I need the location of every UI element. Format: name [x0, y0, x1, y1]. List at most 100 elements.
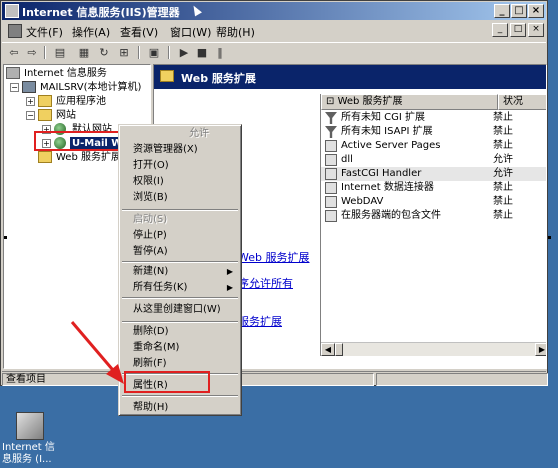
cm-permissions[interactable]: 权限(I)	[133, 175, 237, 189]
back-arrow-icon[interactable]: ⇦	[6, 45, 22, 60]
submenu-arrow-icon: ▶	[226, 267, 233, 276]
toolbar-separator	[138, 46, 140, 59]
extensions-list[interactable]: ⊡ Web 服务扩展 状况 所有未知 CGI 扩展 禁止 所有未知 ISAPI …	[320, 94, 546, 356]
ext-status: 禁止	[493, 140, 513, 151]
menu-bar: 文件(F) 操作(A) 查看(V) 窗口(W) 帮助(H) _ □ ×	[2, 21, 546, 41]
cm-new-window[interactable]: 从这里创建窗口(W)	[133, 303, 237, 317]
iis-app-icon	[5, 4, 19, 18]
scroll-left-icon[interactable]: ◀	[321, 343, 335, 356]
menu-help[interactable]: 帮助(H)	[216, 24, 255, 40]
list-item[interactable]: Active Server Pages 禁止	[321, 139, 546, 153]
toolbar-separator	[168, 46, 170, 59]
iis-desktop-icon[interactable]	[16, 412, 44, 440]
mdi-close-button[interactable]: ×	[528, 23, 544, 37]
mdi-restore-button[interactable]: □	[510, 23, 526, 37]
cm-help[interactable]: 帮助(H)	[133, 401, 237, 415]
list-item[interactable]: WebDAV 禁止	[321, 195, 546, 209]
desktop-icon-label[interactable]: Internet 信息服务 (I...	[2, 442, 62, 466]
ext-status: 允许	[493, 154, 513, 165]
menu-window[interactable]: 窗口(W)	[170, 24, 211, 40]
tree-node-server[interactable]: − MAILSRV(本地计算机)	[6, 81, 150, 94]
collapse-icon[interactable]: −	[26, 111, 35, 120]
folder-icon	[160, 70, 174, 82]
allow-all-link[interactable]: 序允许所有	[238, 275, 293, 291]
cm-separator	[122, 297, 238, 299]
web-ext-link[interactable]: Web 服务扩展	[238, 249, 309, 265]
cm-explore[interactable]: 资源管理器(X)	[133, 143, 237, 157]
properties-icon[interactable]: ▦	[76, 45, 92, 60]
list-item[interactable]: 在服务器端的包含文件 禁止	[321, 209, 546, 223]
forward-arrow-icon[interactable]: ⇨	[24, 45, 40, 60]
cm-all-tasks[interactable]: 所有任务(K) ▶	[133, 281, 237, 295]
list-item[interactable]: Internet 数据连接器 禁止	[321, 181, 546, 195]
ext-name: Active Server Pages	[341, 140, 441, 151]
submenu-arrow-icon: ▶	[226, 283, 233, 292]
cm-header-allow: 允许	[189, 128, 209, 139]
ext-status: 禁止	[493, 112, 513, 123]
mdi-minimize-button[interactable]: _	[492, 23, 508, 37]
col-header-label: Web 服务扩展	[337, 96, 403, 107]
cm-refresh[interactable]: 刷新(F)	[133, 357, 237, 371]
cm-delete[interactable]: 删除(D)	[133, 325, 237, 339]
list-item[interactable]: FastCGI Handler 允许	[321, 167, 546, 181]
tree-node-websites[interactable]: − 网站	[6, 109, 150, 122]
cm-browse[interactable]: 浏览(B)	[133, 191, 237, 205]
minimize-button[interactable]: _	[494, 4, 510, 18]
cm-stop[interactable]: 停止(P)	[133, 229, 237, 243]
col-header-status[interactable]: 状况	[498, 94, 546, 110]
stop-icon[interactable]: ■	[194, 45, 210, 60]
scroll-right-icon[interactable]: ▶	[535, 343, 546, 356]
cm-pause[interactable]: 暂停(A)	[133, 245, 237, 259]
tree-node-app-pool[interactable]: + 应用程序池	[6, 95, 150, 108]
expand-icon[interactable]: +	[26, 97, 35, 106]
show-hide-tree-icon[interactable]: ▤	[52, 45, 68, 60]
menu-file[interactable]: 文件(F)	[26, 24, 63, 40]
tree-node-iis-root[interactable]: Internet 信息服务	[6, 67, 150, 80]
mdi-app-icon[interactable]	[8, 24, 22, 38]
ext-status: 禁止	[493, 182, 513, 193]
window-title: Internet 信息服务(IIS)管理器	[22, 6, 180, 19]
refresh-icon[interactable]: ↻	[96, 45, 112, 60]
help-icon[interactable]: ▣	[146, 45, 162, 60]
menu-action[interactable]: 操作(A)	[72, 24, 110, 40]
resize-handle	[4, 236, 7, 239]
scroll-thumb[interactable]	[335, 343, 343, 356]
tree-label: 应用程序池	[56, 96, 106, 107]
cm-all-tasks-label: 所有任务(K)	[133, 282, 188, 293]
status-bar: 查看项目	[2, 371, 548, 386]
extension-icon	[325, 154, 337, 166]
details-header: Web 服务扩展	[154, 65, 546, 89]
col-header-name[interactable]: ⊡ Web 服务扩展	[321, 94, 498, 110]
horizontal-scrollbar[interactable]: ◀ ▶	[321, 342, 546, 356]
close-button[interactable]: ×	[528, 4, 544, 18]
maximize-button[interactable]: □	[511, 4, 527, 18]
start-icon[interactable]: ▶	[176, 45, 192, 60]
cm-rename[interactable]: 重命名(M)	[133, 341, 237, 355]
tree-label: Internet 信息服务	[24, 68, 107, 79]
cm-open[interactable]: 打开(O)	[133, 159, 237, 173]
menu-view[interactable]: 查看(V)	[120, 24, 158, 40]
toolbar-separator	[44, 46, 46, 59]
list-item[interactable]: 所有未知 ISAPI 扩展 禁止	[321, 125, 546, 139]
ext-name: WebDAV	[341, 196, 384, 207]
ext-name: Internet 数据连接器	[341, 182, 434, 193]
cm-new[interactable]: 新建(N) ▶	[133, 265, 237, 279]
tree-label: Web 服务扩展	[56, 152, 121, 163]
pause-icon[interactable]: ‖	[212, 45, 228, 60]
cm-separator	[122, 321, 238, 323]
list-item[interactable]: 所有未知 CGI 扩展 禁止	[321, 111, 546, 125]
export-list-icon[interactable]: ⊞	[116, 45, 132, 60]
ext-name: 在服务器端的包含文件	[341, 210, 441, 221]
ext-name: 所有未知 CGI 扩展	[341, 112, 426, 123]
iis-icon	[6, 67, 20, 79]
title-bar[interactable]: Internet 信息服务(IIS)管理器 _ □ ×	[2, 2, 546, 20]
tree-label: 网站	[56, 110, 76, 121]
list-item[interactable]: dll 允许	[321, 153, 546, 167]
extension-icon	[325, 182, 337, 194]
extension-icon	[325, 210, 337, 222]
highlight-properties	[124, 371, 210, 393]
collapse-icon[interactable]: −	[10, 83, 19, 92]
ext-name: 所有未知 ISAPI 扩展	[341, 126, 433, 137]
add-ext-link[interactable]: 服务扩展	[238, 313, 282, 329]
toolbar: ⇦ ⇨ ▤ ▦ ↻ ⊞ ▣ ▶ ■ ‖	[2, 42, 546, 62]
